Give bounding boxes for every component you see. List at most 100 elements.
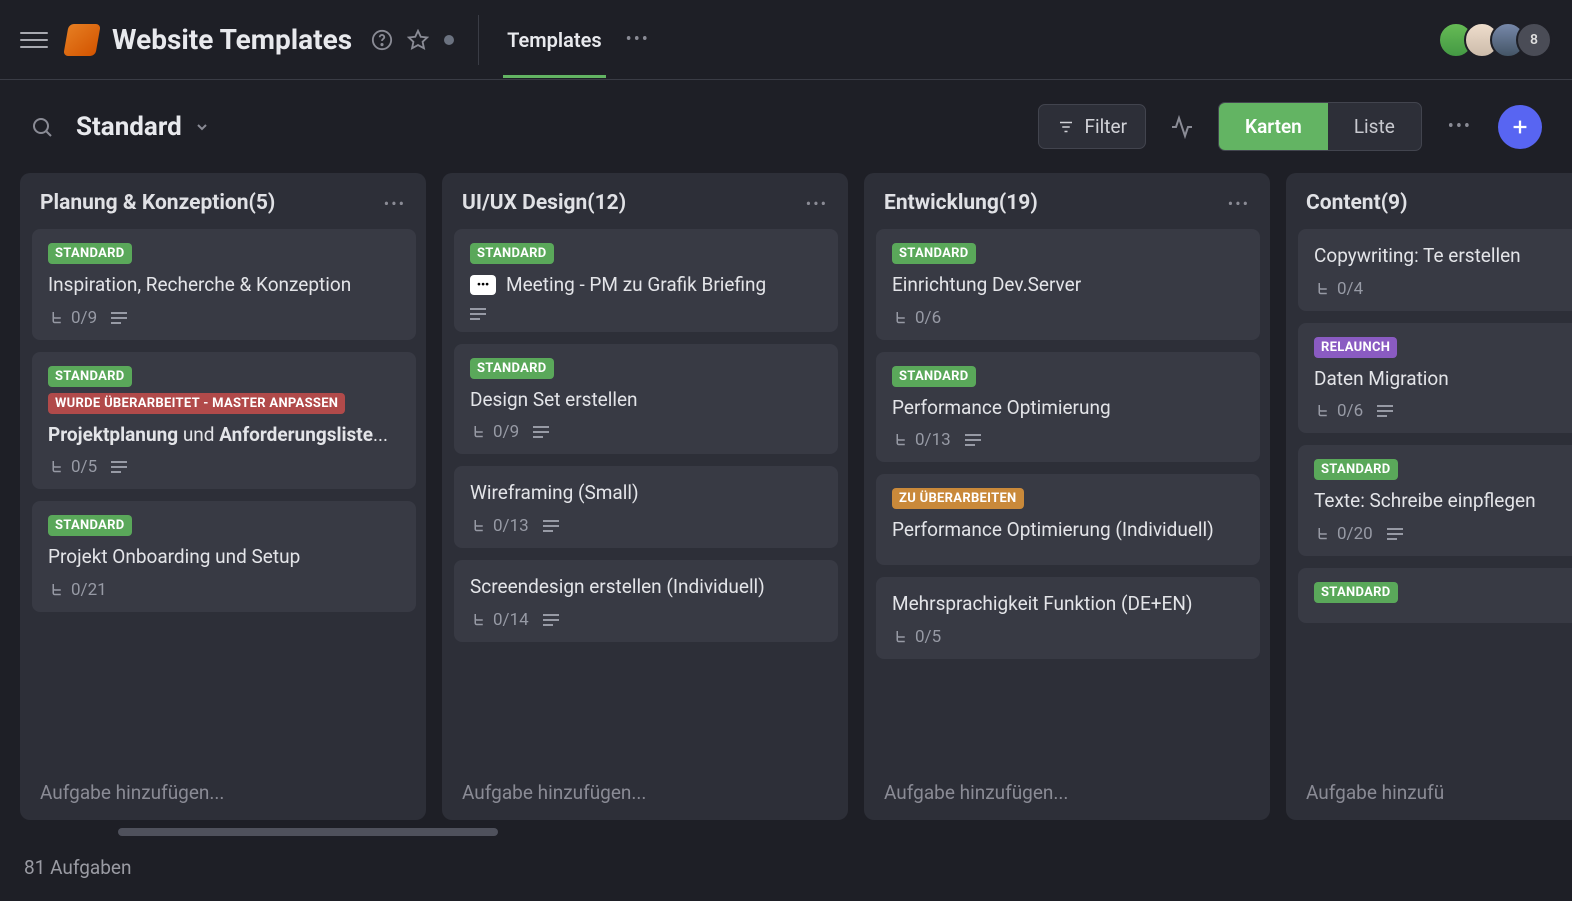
view-cards-button[interactable]: Karten	[1219, 103, 1328, 150]
card[interactable]: STANDARDEinrichtung Dev.Server0/6	[876, 229, 1260, 340]
card-title: Daten Migration	[1314, 366, 1572, 392]
card-title: Projektplanung und Anforderungsliste...	[48, 422, 400, 448]
column-more-icon[interactable]: •••	[806, 194, 828, 213]
card-label: RELAUNCH	[1314, 337, 1397, 358]
search-icon[interactable]	[30, 115, 54, 139]
card[interactable]: STANDARDWURDE ÜBERARBEITET - MASTER ANPA…	[32, 352, 416, 490]
status-dot	[444, 35, 454, 45]
card[interactable]: Wireframing (Small) 0/13	[454, 466, 838, 548]
add-task-button[interactable]: Aufgabe hinzufügen...	[864, 765, 1270, 820]
card-meta: 0/13	[892, 430, 1244, 450]
card[interactable]: Screendesign erstellen (Individuell) 0/14	[454, 560, 838, 642]
filter-label: Filter	[1085, 115, 1127, 138]
separator	[478, 15, 479, 65]
view-name-dropdown[interactable]: Standard	[76, 112, 210, 142]
add-task-button[interactable]: Aufgabe hinzufü	[1286, 765, 1572, 820]
column: Content(9)•••Copywriting: Te erstellen0/…	[1286, 173, 1572, 820]
card[interactable]: STANDARD Inspiration, Recherche & Konzept…	[32, 229, 416, 340]
filter-icon	[1057, 118, 1075, 136]
card-label: STANDARD	[48, 515, 132, 536]
card-meta: 0/9	[470, 422, 822, 442]
card[interactable]: STANDARDProjekt Onboarding und Setup0/21	[32, 501, 416, 612]
add-button[interactable]	[1498, 105, 1542, 149]
page-title: Website Templates	[112, 23, 352, 56]
avatar-count: 8	[1516, 22, 1552, 58]
card-title: Einrichtung Dev.Server	[892, 272, 1244, 298]
card-label: ZU ÜBERARBEITEN	[892, 488, 1024, 509]
star-icon[interactable]	[407, 29, 429, 51]
column-more-icon[interactable]: •••	[1228, 194, 1250, 213]
toolbar-more-icon[interactable]: •••	[1448, 116, 1472, 137]
kanban-board: Planung & Konzeption(5) ••• STANDARD Inspir…	[0, 173, 1572, 828]
card-label: STANDARD	[1314, 582, 1398, 603]
card[interactable]: STANDARDPerformance Optimierung0/13	[876, 352, 1260, 463]
card-label: STANDARD	[470, 243, 554, 264]
card[interactable]: STANDARD •••Meeting - PM zu Grafik Briefi…	[454, 229, 838, 332]
subtask-count: 0/13	[470, 516, 529, 536]
column-title: UI/UX Design(12)	[462, 191, 626, 215]
column: Entwicklung(19) ••• STANDARD Einrichtung De…	[864, 173, 1270, 820]
card[interactable]: STANDARD	[1298, 568, 1572, 623]
subtask-count: 0/9	[470, 422, 519, 442]
card-meta: 0/13	[470, 516, 822, 536]
toolbar: Standard Filter Karten Liste •••	[0, 80, 1572, 173]
card[interactable]: Copywriting: Te erstellen0/4	[1298, 229, 1572, 311]
card-label: WURDE ÜBERARBEITET - MASTER ANPASSEN	[48, 393, 345, 414]
horizontal-scrollbar[interactable]	[118, 828, 498, 836]
card-title: Performance Optimierung (Individuell)	[892, 517, 1244, 543]
app-icon	[63, 24, 101, 56]
card[interactable]: STANDARD Texte: Schreibe einpflegen 0/20	[1298, 445, 1572, 556]
card[interactable]: ZU ÜBERARBEITEN Performance Optimierung (…	[876, 474, 1260, 565]
subtask-count: 0/5	[892, 627, 941, 647]
card-label: STANDARD	[1314, 459, 1398, 480]
subtask-count: 0/14	[470, 610, 529, 630]
column: Planung & Konzeption(5) ••• STANDARD Inspir…	[20, 173, 426, 820]
subtask-count: 0/5	[48, 457, 97, 477]
description-icon	[1377, 405, 1393, 417]
help-icon[interactable]	[371, 29, 393, 51]
card-meta: 0/21	[48, 580, 400, 600]
filter-button[interactable]: Filter	[1038, 104, 1146, 149]
card[interactable]: Mehrsprachigkeit Funktion (DE+EN)0/5	[876, 577, 1260, 659]
card-title: Texte: Schreibe einpflegen	[1314, 488, 1572, 514]
column-more-icon[interactable]: •••	[384, 194, 406, 213]
column-title: Content(9)	[1306, 191, 1407, 215]
subtask-count: 0/4	[1314, 279, 1363, 299]
cards-list: STANDARD Einrichtung Dev.Server 0/6 STANDAR…	[864, 229, 1270, 765]
column: UI/UX Design(12) ••• STANDARD •••Meeting - …	[442, 173, 848, 820]
description-icon	[470, 308, 486, 320]
activity-icon[interactable]	[1170, 115, 1194, 139]
card[interactable]: STANDARDDesign Set erstellen0/9	[454, 344, 838, 455]
description-icon	[111, 312, 127, 324]
footer-count: 81 Aufgaben	[0, 842, 1572, 901]
cards-list: STANDARD Inspiration, Recherche & Konzept…	[20, 229, 426, 765]
card[interactable]: RELAUNCH Daten Migration 0/6	[1298, 323, 1572, 434]
card-meta: 0/5	[48, 457, 400, 477]
column-title: Planung & Konzeption(5)	[40, 191, 275, 215]
card-title: •••Meeting - PM zu Grafik Briefing	[470, 272, 822, 298]
card-title: Wireframing (Small)	[470, 480, 822, 506]
view-list-button[interactable]: Liste	[1328, 103, 1421, 150]
column-title: Entwicklung(19)	[884, 191, 1038, 215]
card-meta: 0/20	[1314, 524, 1572, 544]
description-icon	[111, 461, 127, 473]
subtask-count: 0/20	[1314, 524, 1373, 544]
card-label: STANDARD	[48, 243, 132, 264]
subtask-count: 0/9	[48, 308, 97, 328]
card-meta: 0/6	[1314, 401, 1572, 421]
card-label: STANDARD	[470, 358, 554, 379]
card-meta: 0/9	[48, 308, 400, 328]
cards-list: Copywriting: Te erstellen0/4 RELAUNCH Date…	[1286, 229, 1572, 765]
subtask-count: 0/6	[892, 308, 941, 328]
add-task-button[interactable]: Aufgabe hinzufügen...	[20, 765, 426, 820]
tab-templates[interactable]: Templates	[503, 2, 605, 78]
card-title: Inspiration, Recherche & Konzeption	[48, 272, 400, 298]
card-label: STANDARD	[892, 366, 976, 387]
card-title: Screendesign erstellen (Individuell)	[470, 574, 822, 600]
avatar-stack[interactable]: 8	[1438, 22, 1552, 58]
subtask-count: 0/13	[892, 430, 951, 450]
tab-more-icon[interactable]: •••	[626, 29, 650, 50]
description-icon	[1387, 528, 1403, 540]
menu-icon[interactable]	[20, 26, 48, 54]
add-task-button[interactable]: Aufgabe hinzufügen...	[442, 765, 848, 820]
